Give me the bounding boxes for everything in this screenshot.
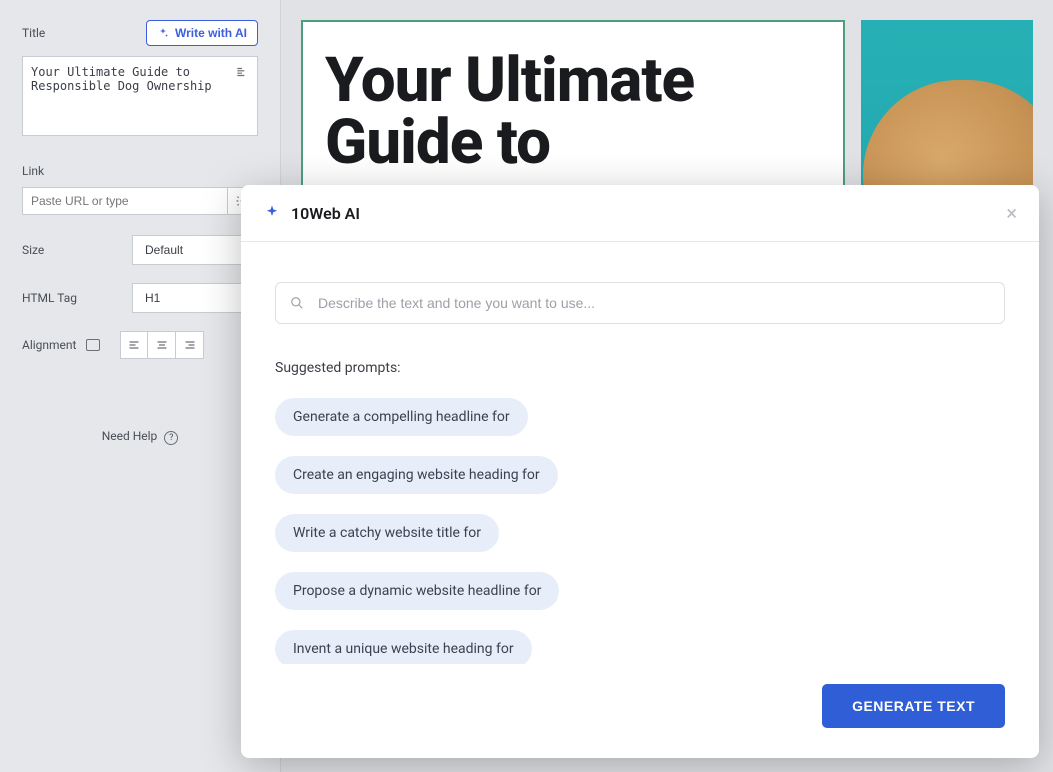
suggestion-chip[interactable]: Write a catchy website title for xyxy=(275,514,499,552)
suggested-prompts-label: Suggested prompts: xyxy=(275,360,1005,376)
suggestion-chip[interactable]: Generate a compelling headline for xyxy=(275,398,528,436)
prompt-input[interactable] xyxy=(318,295,990,311)
link-row xyxy=(22,187,258,215)
align-right-icon xyxy=(184,339,196,351)
alignment-row: Alignment xyxy=(22,331,258,359)
search-icon xyxy=(290,296,304,310)
title-field-group: Title Write with AI xyxy=(22,20,258,140)
size-select[interactable]: Default xyxy=(132,235,258,265)
need-help[interactable]: Need Help ? xyxy=(22,429,258,445)
align-center-button[interactable] xyxy=(148,331,176,359)
editor-sidebar: Title Write with AI Link Size Default xyxy=(0,0,281,772)
modal-header: 10Web AI × xyxy=(241,185,1039,242)
size-row: Size Default xyxy=(22,235,258,265)
need-help-label: Need Help xyxy=(102,429,158,443)
sparkle-icon xyxy=(263,204,281,222)
align-left-button[interactable] xyxy=(120,331,148,359)
link-label: Link xyxy=(22,164,44,178)
title-textarea[interactable] xyxy=(22,56,258,136)
modal-body: Suggested prompts: Generate a compelling… xyxy=(241,242,1039,664)
htmltag-label: HTML Tag xyxy=(22,291,132,305)
prompt-input-wrapper xyxy=(275,282,1005,324)
alignment-label: Alignment xyxy=(22,338,76,352)
write-with-ai-button[interactable]: Write with AI xyxy=(146,20,258,46)
htmltag-row: HTML Tag H1 xyxy=(22,283,258,313)
hero-title: Your Ultimate Guide to xyxy=(325,50,821,174)
title-label: Title xyxy=(22,26,45,40)
generate-text-button[interactable]: GENERATE TEXT xyxy=(822,684,1005,728)
htmltag-select[interactable]: H1 xyxy=(132,283,258,313)
suggestion-chip[interactable]: Propose a dynamic website headline for xyxy=(275,572,559,610)
alignment-group xyxy=(120,331,204,359)
help-icon: ? xyxy=(164,431,178,445)
dynamic-tags-icon[interactable] xyxy=(232,62,252,82)
suggestion-chips: Generate a compelling headline for Creat… xyxy=(275,398,1005,664)
suggestion-chip[interactable]: Invent a unique website heading for xyxy=(275,630,532,664)
modal-close-button[interactable]: × xyxy=(1006,203,1017,223)
align-right-button[interactable] xyxy=(176,331,204,359)
modal-title: 10Web AI xyxy=(291,204,1006,223)
modal-footer: GENERATE TEXT xyxy=(241,664,1039,758)
suggestion-chip[interactable]: Create an engaging website heading for xyxy=(275,456,558,494)
link-field-group: Link xyxy=(22,160,258,215)
title-textarea-wrapper xyxy=(22,56,258,140)
size-label: Size xyxy=(22,243,132,257)
ai-modal: 10Web AI × Suggested prompts: Generate a… xyxy=(241,185,1039,758)
title-row: Title Write with AI xyxy=(22,20,258,46)
sparkle-icon xyxy=(157,27,169,39)
write-with-ai-label: Write with AI xyxy=(175,26,247,40)
link-input[interactable] xyxy=(22,187,228,215)
align-left-icon xyxy=(128,339,140,351)
responsive-icon[interactable] xyxy=(86,339,100,351)
align-center-icon xyxy=(156,339,168,351)
